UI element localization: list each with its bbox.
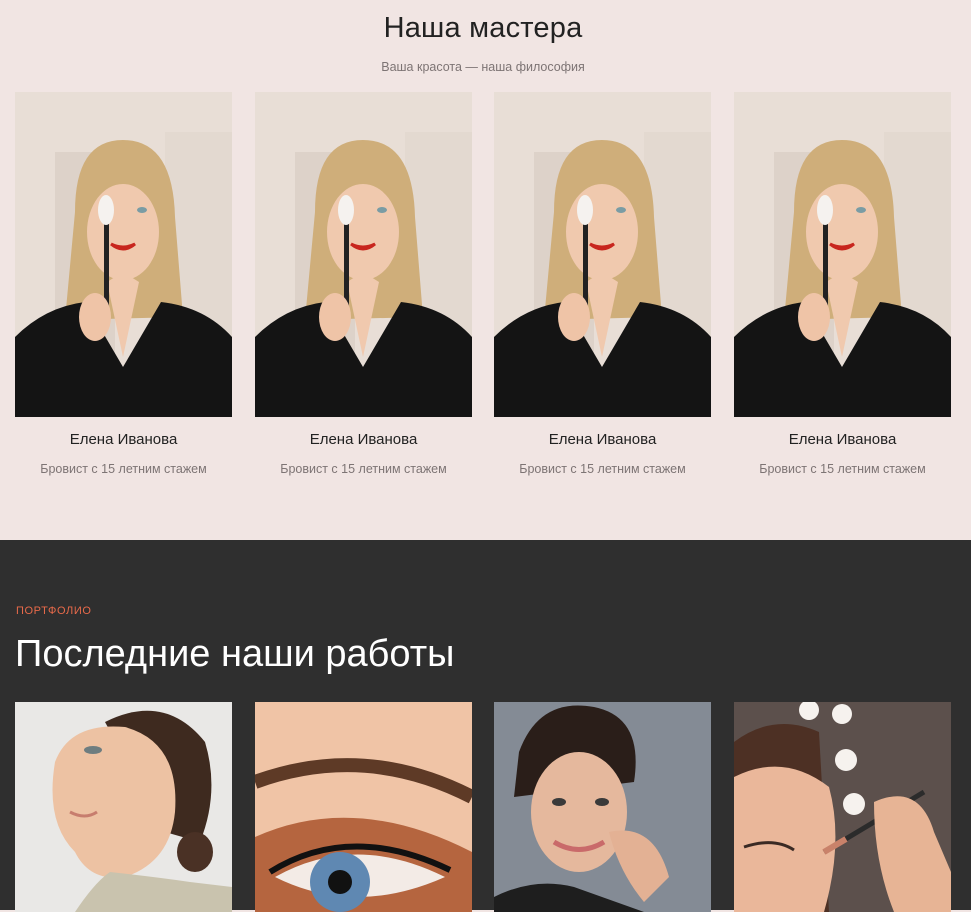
master-card[interactable]: Елена Иванова Бровист с 15 летним стажем	[734, 92, 951, 476]
master-photo	[494, 92, 711, 417]
master-name: Елена Иванова	[69, 431, 178, 448]
portfolio-image[interactable]	[734, 702, 951, 912]
portfolio-section: ПОРТФОЛИО Последние наши работы	[0, 540, 971, 912]
master-card[interactable]: Елена Иванова Бровист с 15 летним стажем	[15, 92, 232, 476]
master-name: Елена Иванова	[788, 431, 897, 448]
master-name: Елена Иванова	[548, 431, 657, 448]
master-photo	[734, 92, 951, 417]
master-card[interactable]: Елена Иванова Бровист с 15 летним стажем	[494, 92, 711, 476]
master-photo	[15, 92, 232, 417]
master-photo	[255, 92, 472, 417]
masters-section: Наша мастера Ваша красота — наша философ…	[0, 0, 971, 540]
portfolio-image[interactable]	[255, 702, 472, 912]
portfolio-image[interactable]	[494, 702, 711, 912]
portfolio-title: Последние наши работы	[15, 633, 455, 675]
master-role: Бровист с 15 летним стажем	[519, 462, 686, 476]
master-role: Бровист с 15 летним стажем	[280, 462, 447, 476]
master-role: Бровист с 15 летним стажем	[759, 462, 926, 476]
masters-subtitle: Ваша красота — наша философия	[381, 60, 585, 74]
master-card[interactable]: Елена Иванова Бровист с 15 летним стажем	[255, 92, 472, 476]
master-name: Елена Иванова	[309, 431, 418, 448]
portfolio-eyebrow: ПОРТФОЛИО	[16, 605, 92, 617]
masters-title: Наша мастера	[383, 12, 583, 44]
portfolio-image[interactable]	[15, 702, 232, 912]
master-role: Бровист с 15 летним стажем	[40, 462, 207, 476]
